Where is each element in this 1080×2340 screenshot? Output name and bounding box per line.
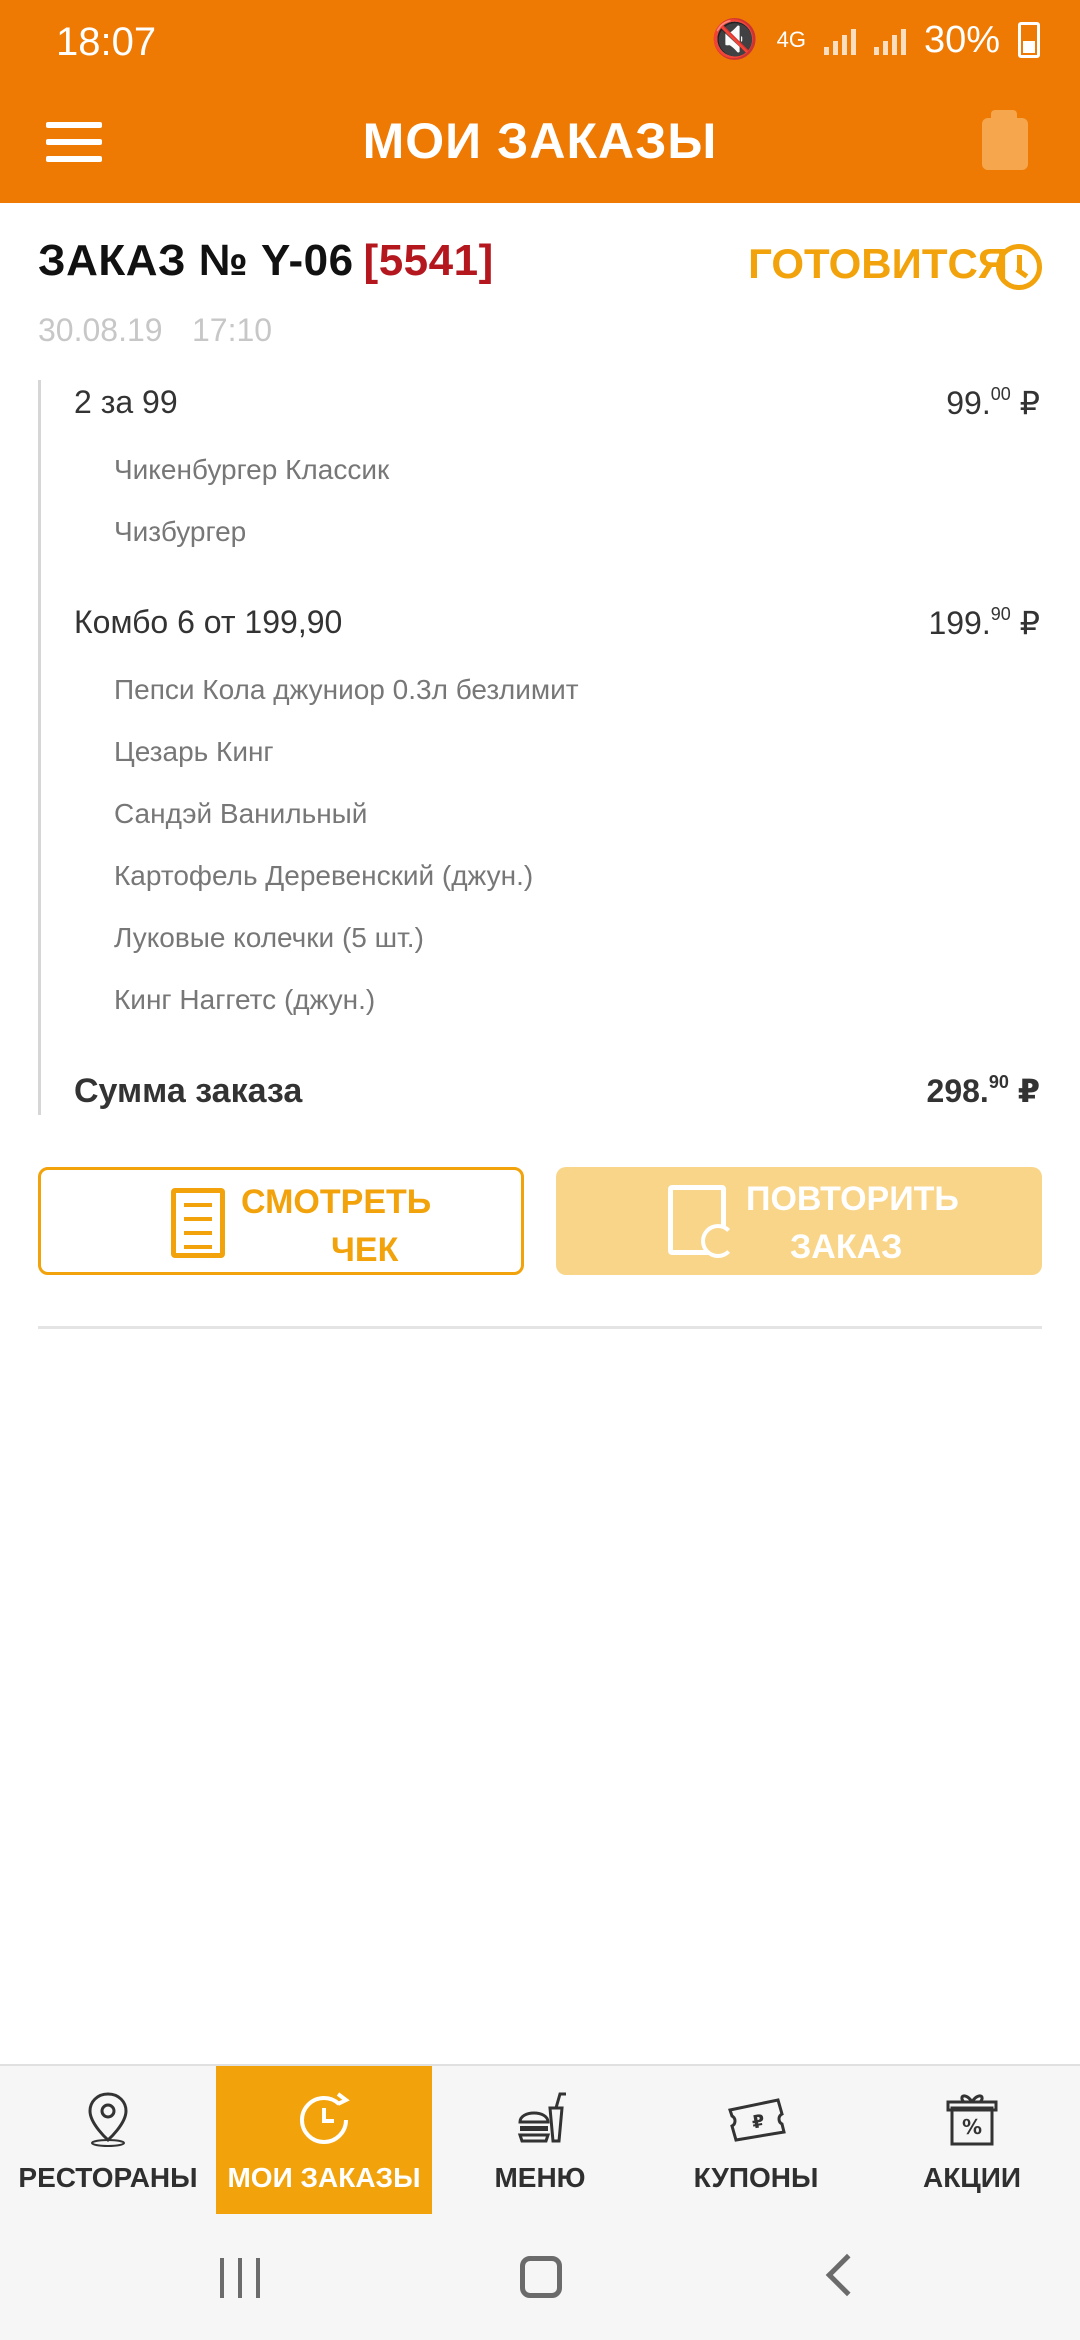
item-name: 2 за 99 — [74, 384, 178, 420]
battery-percent: 30% — [923, 18, 1000, 61]
order-item-row: 2 за 99 99.00 ₽ — [74, 384, 1040, 421]
nav-coupons-label: КУПОНЫ — [693, 2162, 819, 2193]
coupon-icon: ₽ — [726, 2088, 786, 2148]
order-title: ЗАКАЗ № Y-06 [5541] — [38, 236, 494, 286]
nav-my-orders-label: МОИ ЗАКАЗЫ — [227, 2162, 421, 2193]
nav-menu[interactable]: МЕНЮ — [432, 2066, 648, 2214]
burger-drink-icon — [510, 2088, 570, 2148]
app-bar: 18:07 🔇 4G 30% МОИ ЗАКАЗЫ — [0, 0, 1080, 203]
order-status: ГОТОВИТСЯ — [748, 240, 1008, 287]
receipt-icon — [171, 1188, 225, 1258]
gift-percent-icon: % — [942, 2088, 1002, 2148]
item-name: Комбо 6 от 199,90 — [74, 604, 343, 640]
nav-my-orders[interactable]: МОИ ЗАКАЗЫ — [216, 2066, 432, 2214]
view-receipt-label-2: ЧЕК — [331, 1231, 399, 1269]
bag-icon[interactable] — [982, 110, 1028, 170]
clock-icon — [996, 244, 1042, 290]
sub-item: Чизбургер — [114, 516, 247, 547]
items-divider-line — [38, 380, 41, 1115]
signal-icon — [823, 25, 856, 55]
back-icon[interactable] — [825, 2253, 869, 2297]
sub-item: Цезарь Кинг — [114, 736, 274, 767]
repeat-order-button[interactable]: ПОВТОРИТЬ ЗАКАЗ — [556, 1167, 1042, 1275]
repeat-receipt-icon — [668, 1185, 735, 1258]
repeat-order-label-2: ЗАКАЗ — [790, 1228, 903, 1266]
signal-icon-2 — [873, 25, 906, 55]
total-price: 298.90 ₽ — [926, 1072, 1040, 1109]
recents-icon[interactable] — [220, 2258, 260, 2298]
sub-item: Картофель Деревенский (джун.) — [114, 860, 534, 891]
network-label: 4G — [776, 27, 806, 52]
status-indicators: 🔇 4G 30% — [711, 18, 1040, 62]
map-pin-icon — [78, 2088, 138, 2148]
sub-item: Луковые колечки (5 шт.) — [114, 922, 424, 953]
item-price: 99.00 ₽ — [946, 384, 1040, 421]
view-receipt-label-1: СМОТРЕТЬ — [241, 1183, 432, 1221]
nav-promotions-label: АКЦИИ — [922, 2162, 1021, 2193]
order-history-icon — [294, 2088, 354, 2148]
nav-restaurants-label: РЕСТОРАНЫ — [18, 2162, 198, 2193]
status-bar: 18:07 🔇 4G 30% — [0, 0, 1080, 86]
order-code: [5541] — [363, 236, 494, 285]
nav-promotions[interactable]: % АКЦИИ — [864, 2066, 1080, 2214]
mute-icon: 🔇 — [711, 19, 759, 61]
svg-text:₽: ₽ — [750, 2111, 766, 2134]
svg-text:%: % — [962, 2115, 982, 2139]
order-number: ЗАКАЗ № Y-06 — [38, 236, 354, 285]
bottom-nav: РЕСТОРАНЫ МОИ ЗАКАЗЫ МЕНЮ ₽ КУПОНЫ % АКЦ… — [0, 2064, 1080, 2214]
nav-restaurants[interactable]: РЕСТОРАНЫ — [0, 2066, 216, 2214]
order-date: 30.08.19 — [38, 312, 163, 348]
sub-item: Чикенбургер Классик — [114, 454, 390, 485]
order-total-row: Сумма заказа 298.90 ₽ — [74, 1072, 1040, 1111]
nav-coupons[interactable]: ₽ КУПОНЫ — [648, 2066, 864, 2214]
item-price: 199.90 ₽ — [928, 604, 1040, 641]
sub-item: Сандэй Ванильный — [114, 798, 368, 829]
page-title: МОИ ЗАКАЗЫ — [362, 113, 718, 169]
status-time: 18:07 — [56, 20, 157, 64]
home-icon[interactable] — [520, 2256, 562, 2298]
system-nav-bar — [0, 2214, 1080, 2340]
order-time: 17:10 — [192, 312, 273, 348]
view-receipt-button[interactable]: СМОТРЕТЬ ЧЕК — [38, 1167, 524, 1275]
section-divider — [38, 1326, 1042, 1329]
nav-menu-label: МЕНЮ — [494, 2162, 586, 2193]
sub-item: Пепси Кола джуниор 0.3л безлимит — [114, 674, 579, 705]
order-item-row: Комбо 6 от 199,90 199.90 ₽ — [74, 604, 1040, 641]
repeat-order-label-1: ПОВТОРИТЬ — [746, 1180, 959, 1218]
sub-item: Кинг Наггетс (джун.) — [114, 984, 376, 1015]
total-label: Сумма заказа — [74, 1072, 303, 1110]
battery-icon — [1018, 22, 1040, 58]
